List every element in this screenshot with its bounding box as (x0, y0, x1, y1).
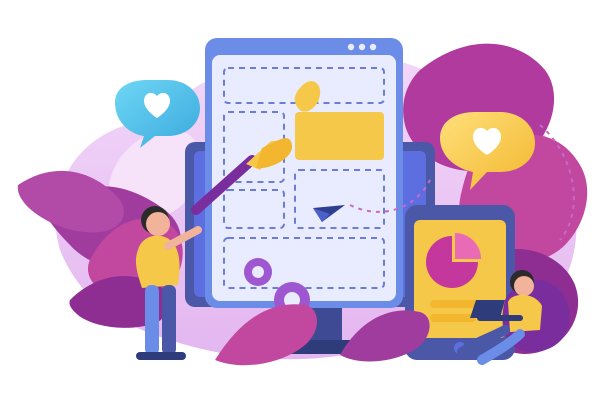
illustration (17, 38, 588, 366)
